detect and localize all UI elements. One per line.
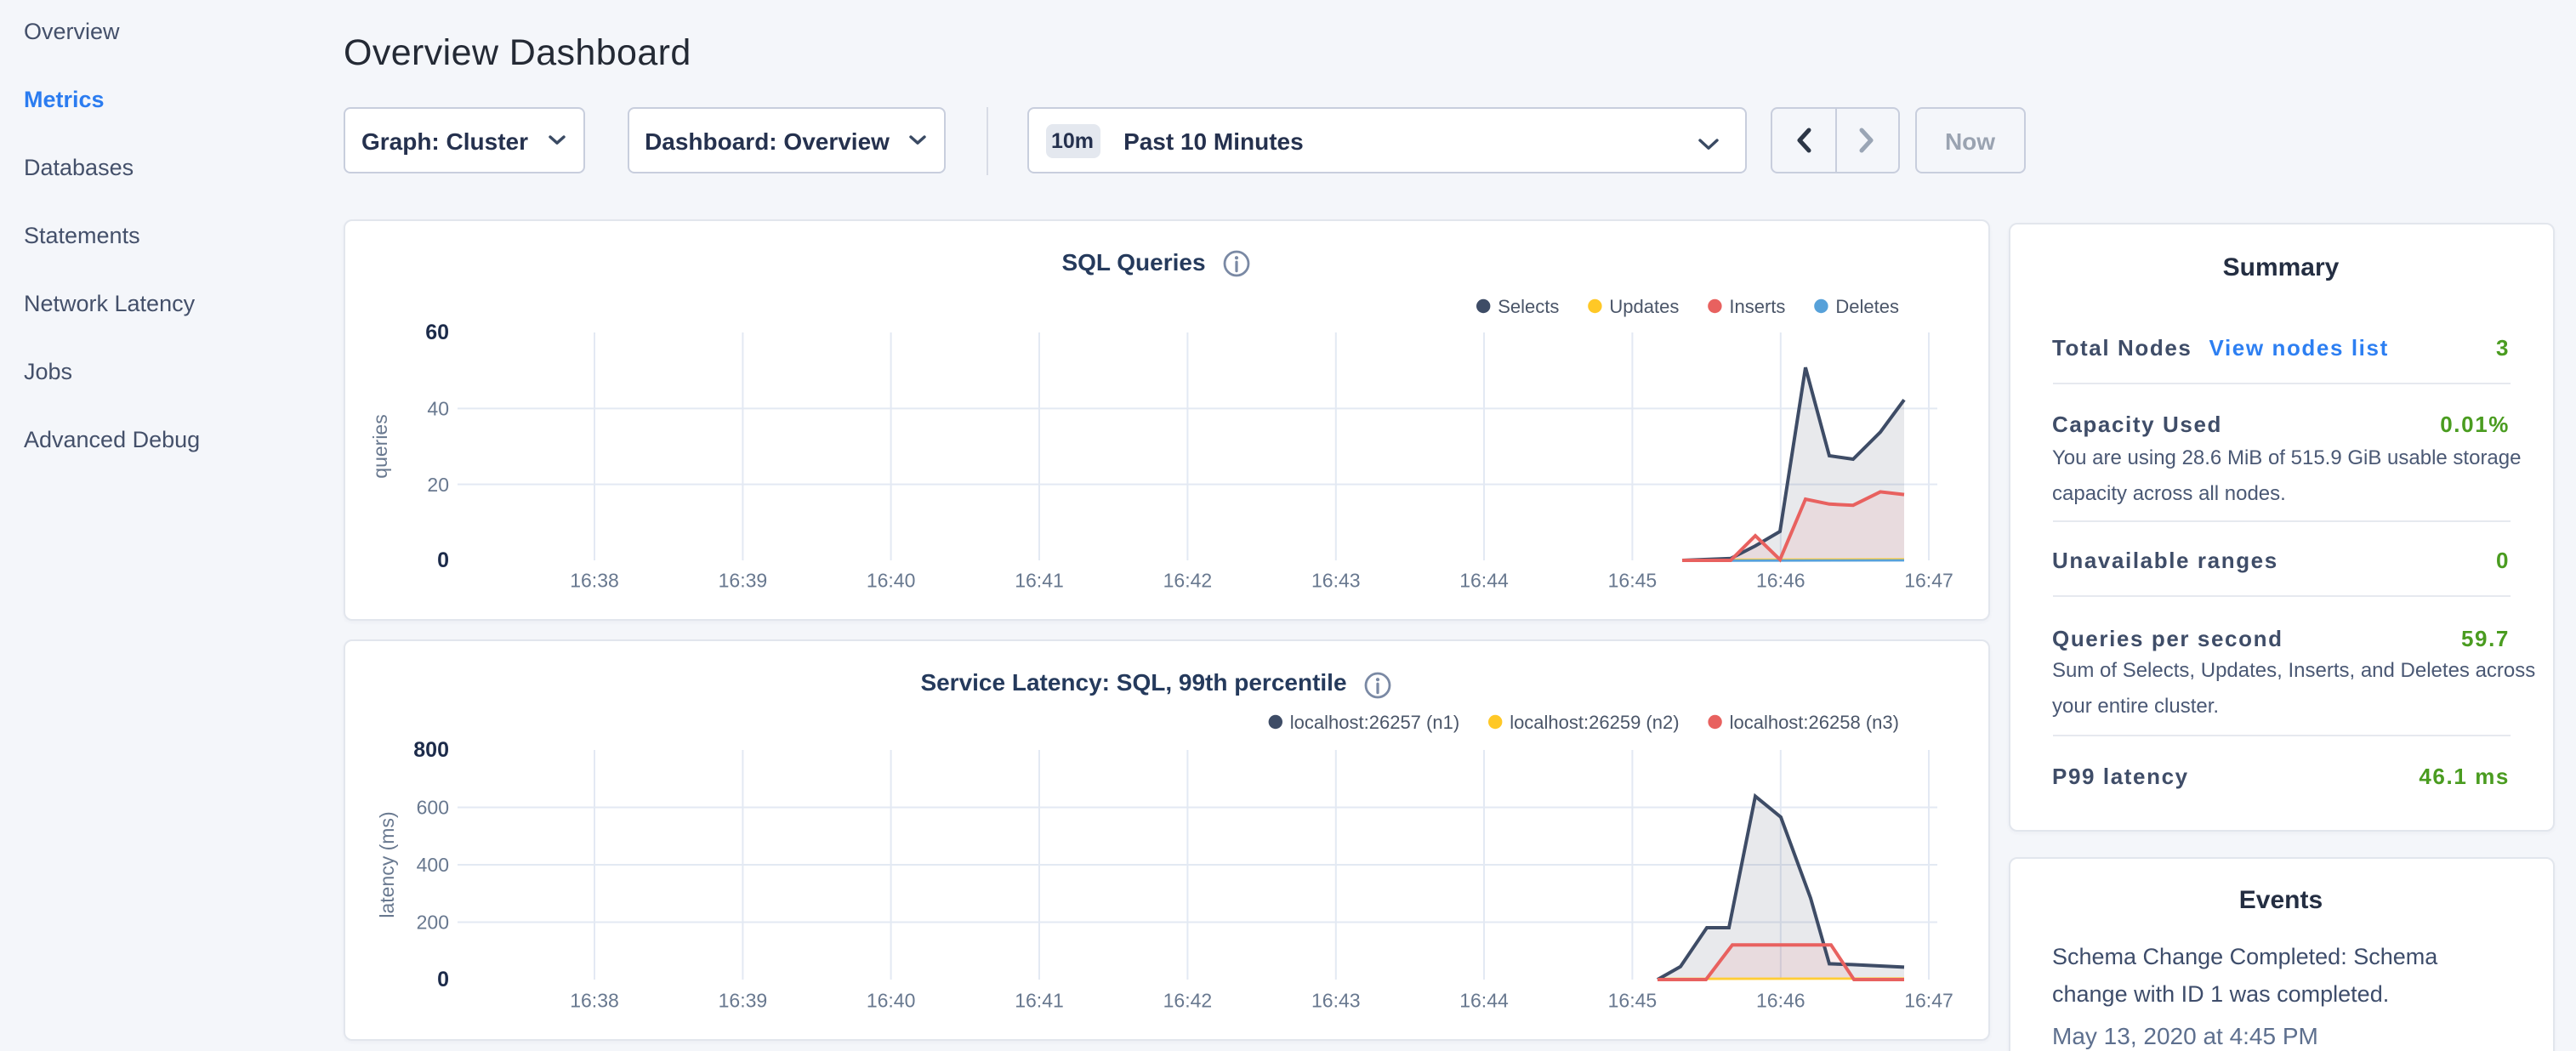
- svg-text:16:43: 16:43: [1311, 990, 1360, 1012]
- svg-text:40: 40: [426, 397, 448, 419]
- svg-text:16:42: 16:42: [1163, 569, 1212, 591]
- svg-text:16:45: 16:45: [1607, 990, 1657, 1012]
- svg-text:16:46: 16:46: [1755, 569, 1805, 591]
- svg-text:16:41: 16:41: [1014, 569, 1063, 591]
- svg-text:60: 60: [424, 320, 448, 344]
- svg-text:600: 600: [416, 797, 448, 819]
- svg-text:16:38: 16:38: [569, 569, 618, 591]
- svg-text:16:38: 16:38: [569, 990, 618, 1012]
- svg-text:Selects: Selects: [1497, 295, 1558, 316]
- svg-text:16:39: 16:39: [718, 990, 767, 1012]
- svg-text:16:42: 16:42: [1163, 990, 1212, 1012]
- svg-text:Inserts: Inserts: [1728, 295, 1784, 316]
- svg-text:0: 0: [436, 968, 448, 991]
- svg-text:Deletes: Deletes: [1834, 295, 1898, 316]
- svg-text:16:40: 16:40: [866, 990, 915, 1012]
- svg-text:400: 400: [416, 854, 448, 876]
- svg-text:16:47: 16:47: [1903, 569, 1953, 591]
- svg-text:queries: queries: [368, 413, 390, 477]
- svg-text:latency (ms): latency (ms): [375, 811, 397, 917]
- svg-text:16:43: 16:43: [1311, 569, 1360, 591]
- svg-text:0: 0: [436, 548, 448, 571]
- svg-text:16:41: 16:41: [1014, 990, 1063, 1012]
- svg-text:16:46: 16:46: [1755, 990, 1805, 1012]
- svg-text:Updates: Updates: [1608, 295, 1678, 316]
- svg-text:16:47: 16:47: [1903, 990, 1953, 1012]
- svg-text:16:40: 16:40: [866, 569, 915, 591]
- svg-text:16:45: 16:45: [1607, 569, 1657, 591]
- svg-text:16:44: 16:44: [1459, 569, 1508, 591]
- svg-text:16:39: 16:39: [718, 569, 767, 591]
- svg-text:localhost:26257 (n1): localhost:26257 (n1): [1289, 712, 1459, 733]
- svg-text:20: 20: [426, 473, 448, 495]
- svg-text:localhost:26259 (n2): localhost:26259 (n2): [1509, 712, 1678, 733]
- svg-text:16:44: 16:44: [1459, 990, 1508, 1012]
- svg-text:localhost:26258 (n3): localhost:26258 (n3): [1729, 712, 1898, 733]
- svg-text:200: 200: [416, 912, 448, 934]
- svg-text:800: 800: [412, 738, 448, 762]
